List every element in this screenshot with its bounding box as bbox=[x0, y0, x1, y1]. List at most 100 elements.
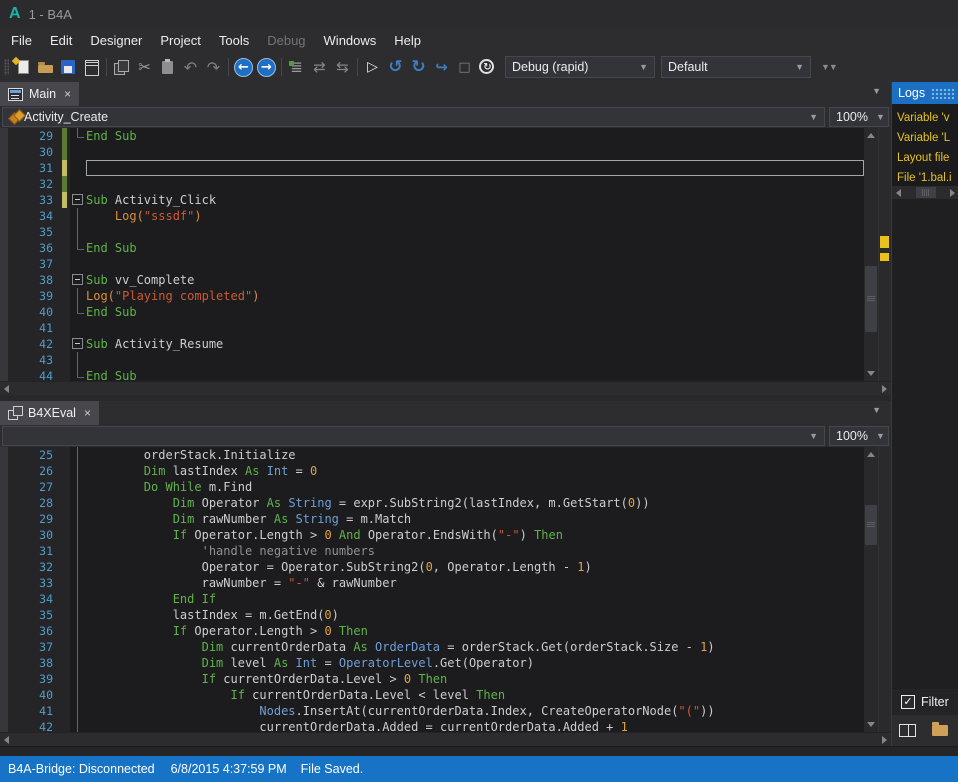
line-number: 36 bbox=[9, 623, 60, 639]
paste-icon[interactable] bbox=[156, 56, 179, 79]
scrollbar-thumb[interactable] bbox=[916, 187, 936, 198]
vertical-scrollbar[interactable] bbox=[864, 128, 878, 381]
fold-margin bbox=[70, 495, 86, 511]
main-function-select[interactable]: Activity_Create ▼ bbox=[2, 107, 825, 127]
libraries-book-icon[interactable] bbox=[899, 724, 916, 737]
stop-icon[interactable] bbox=[453, 56, 476, 79]
cut-icon[interactable] bbox=[133, 56, 156, 79]
forward-icon[interactable] bbox=[255, 56, 278, 79]
change-marker bbox=[60, 128, 70, 144]
marker-margin bbox=[60, 352, 70, 368]
code-text: Operator = Operator.SubString2(0, Operat… bbox=[86, 559, 864, 575]
step-icon[interactable] bbox=[407, 56, 430, 79]
scrollbar-thumb[interactable] bbox=[865, 266, 877, 332]
code-editor-main[interactable]: 29End Sub30313233Sub Activity_Click34 Lo… bbox=[0, 128, 891, 381]
fold-margin[interactable] bbox=[70, 336, 86, 352]
menu-file[interactable]: File bbox=[2, 30, 41, 51]
scope-guide-line bbox=[77, 352, 78, 368]
window-title: 1 - B4A bbox=[29, 7, 72, 22]
line-number: 34 bbox=[9, 591, 60, 607]
fold-margin bbox=[70, 208, 86, 224]
menu-designer[interactable]: Designer bbox=[81, 30, 151, 51]
scope-guide-line bbox=[77, 591, 78, 607]
resume-icon[interactable] bbox=[384, 56, 407, 79]
code-line: 39Log("Playing completed") bbox=[9, 288, 864, 304]
copy-icon[interactable] bbox=[110, 56, 133, 79]
collapse-minus-icon[interactable] bbox=[72, 274, 83, 285]
new-icon[interactable] bbox=[11, 56, 34, 79]
vertical-scrollbar[interactable] bbox=[864, 447, 878, 733]
code-text bbox=[86, 352, 864, 368]
change-marker bbox=[60, 192, 70, 208]
menu-tools[interactable]: Tools bbox=[210, 30, 258, 51]
tab-list-chevron-icon[interactable]: ▼ bbox=[872, 401, 891, 415]
eval-zoom-select[interactable]: 100% ▼ bbox=[829, 426, 889, 446]
main-zoom-select[interactable]: 100% ▼ bbox=[829, 107, 889, 127]
menu-help[interactable]: Help bbox=[385, 30, 430, 51]
marker-margin bbox=[60, 607, 70, 623]
scope-guide-line bbox=[77, 208, 78, 224]
step-over-icon[interactable] bbox=[331, 56, 354, 79]
marker-margin bbox=[60, 655, 70, 671]
change-marker bbox=[60, 160, 70, 176]
line-number: 34 bbox=[9, 208, 60, 224]
main-horizontal-scrollbar[interactable] bbox=[0, 381, 891, 395]
toolbar-overflow-icon[interactable]: ▼▼ bbox=[821, 62, 837, 72]
menu-windows[interactable]: Windows bbox=[315, 30, 386, 51]
line-number: 27 bbox=[9, 479, 60, 495]
fold-margin[interactable] bbox=[70, 192, 86, 208]
chevron-down-icon: ▼ bbox=[801, 112, 818, 122]
eval-horizontal-scrollbar[interactable] bbox=[0, 732, 891, 746]
menu-project[interactable]: Project bbox=[151, 30, 209, 51]
undo-icon[interactable] bbox=[179, 56, 202, 79]
change-marker bbox=[60, 144, 70, 160]
build-mode-select[interactable]: Debug (rapid) ▼ bbox=[505, 56, 655, 78]
line-number: 31 bbox=[9, 543, 60, 559]
back-icon[interactable] bbox=[232, 56, 255, 79]
toolbar-separator bbox=[281, 58, 282, 76]
toolbar-icons bbox=[11, 56, 499, 79]
collapse-minus-icon[interactable] bbox=[72, 338, 83, 349]
restart-icon[interactable] bbox=[476, 56, 499, 79]
scope-guide-line bbox=[77, 623, 78, 639]
step-into-icon[interactable] bbox=[308, 56, 331, 79]
fold-margin[interactable] bbox=[70, 272, 86, 288]
marker-margin bbox=[60, 527, 70, 543]
eval-function-row: ▼ 100% ▼ bbox=[0, 425, 891, 447]
build-config-select[interactable]: Default ▼ bbox=[661, 56, 811, 78]
scope-guide-line bbox=[77, 687, 78, 703]
eval-function-select[interactable]: ▼ bbox=[2, 426, 825, 446]
filter-checkbox[interactable] bbox=[901, 695, 915, 709]
package-icon[interactable] bbox=[80, 56, 103, 79]
run-icon[interactable] bbox=[361, 56, 384, 79]
code-text: orderStack.Initialize bbox=[86, 447, 864, 463]
line-number: 42 bbox=[9, 719, 60, 733]
redo-icon[interactable] bbox=[202, 56, 225, 79]
open-icon[interactable] bbox=[34, 56, 57, 79]
scope-guide-line bbox=[77, 495, 78, 511]
save-icon[interactable] bbox=[57, 56, 80, 79]
tab-main[interactable]: Main × bbox=[0, 82, 79, 106]
code-text: End Sub bbox=[86, 368, 864, 381]
logs-horizontal-scrollbar[interactable] bbox=[892, 186, 958, 199]
code-editor-b4xeval[interactable]: 25 orderStack.Initialize26 Dim lastIndex… bbox=[0, 447, 891, 733]
collapse-minus-icon[interactable] bbox=[72, 194, 83, 205]
marker-margin bbox=[60, 463, 70, 479]
line-number: 32 bbox=[9, 559, 60, 575]
close-icon[interactable]: × bbox=[84, 406, 91, 420]
close-icon[interactable]: × bbox=[64, 87, 71, 101]
files-folder-icon[interactable] bbox=[932, 725, 948, 736]
logs-panel-header[interactable]: Logs bbox=[892, 82, 958, 104]
scrollbar-thumb[interactable] bbox=[865, 505, 877, 545]
line-number: 35 bbox=[9, 607, 60, 623]
menu-edit[interactable]: Edit bbox=[41, 30, 81, 51]
goto-line-icon[interactable] bbox=[285, 56, 308, 79]
tab-list-chevron-icon[interactable]: ▼ bbox=[872, 82, 891, 96]
tab-b4xeval[interactable]: B4XEval × bbox=[0, 401, 99, 425]
fold-margin bbox=[70, 655, 86, 671]
marker-margin bbox=[60, 543, 70, 559]
toolbar-separator bbox=[228, 58, 229, 76]
scope-guide-end bbox=[77, 128, 84, 138]
code-line: 41 Nodes.InsertAt(currentOrderData.Index… bbox=[9, 703, 864, 719]
redeploy-icon[interactable] bbox=[430, 56, 453, 79]
